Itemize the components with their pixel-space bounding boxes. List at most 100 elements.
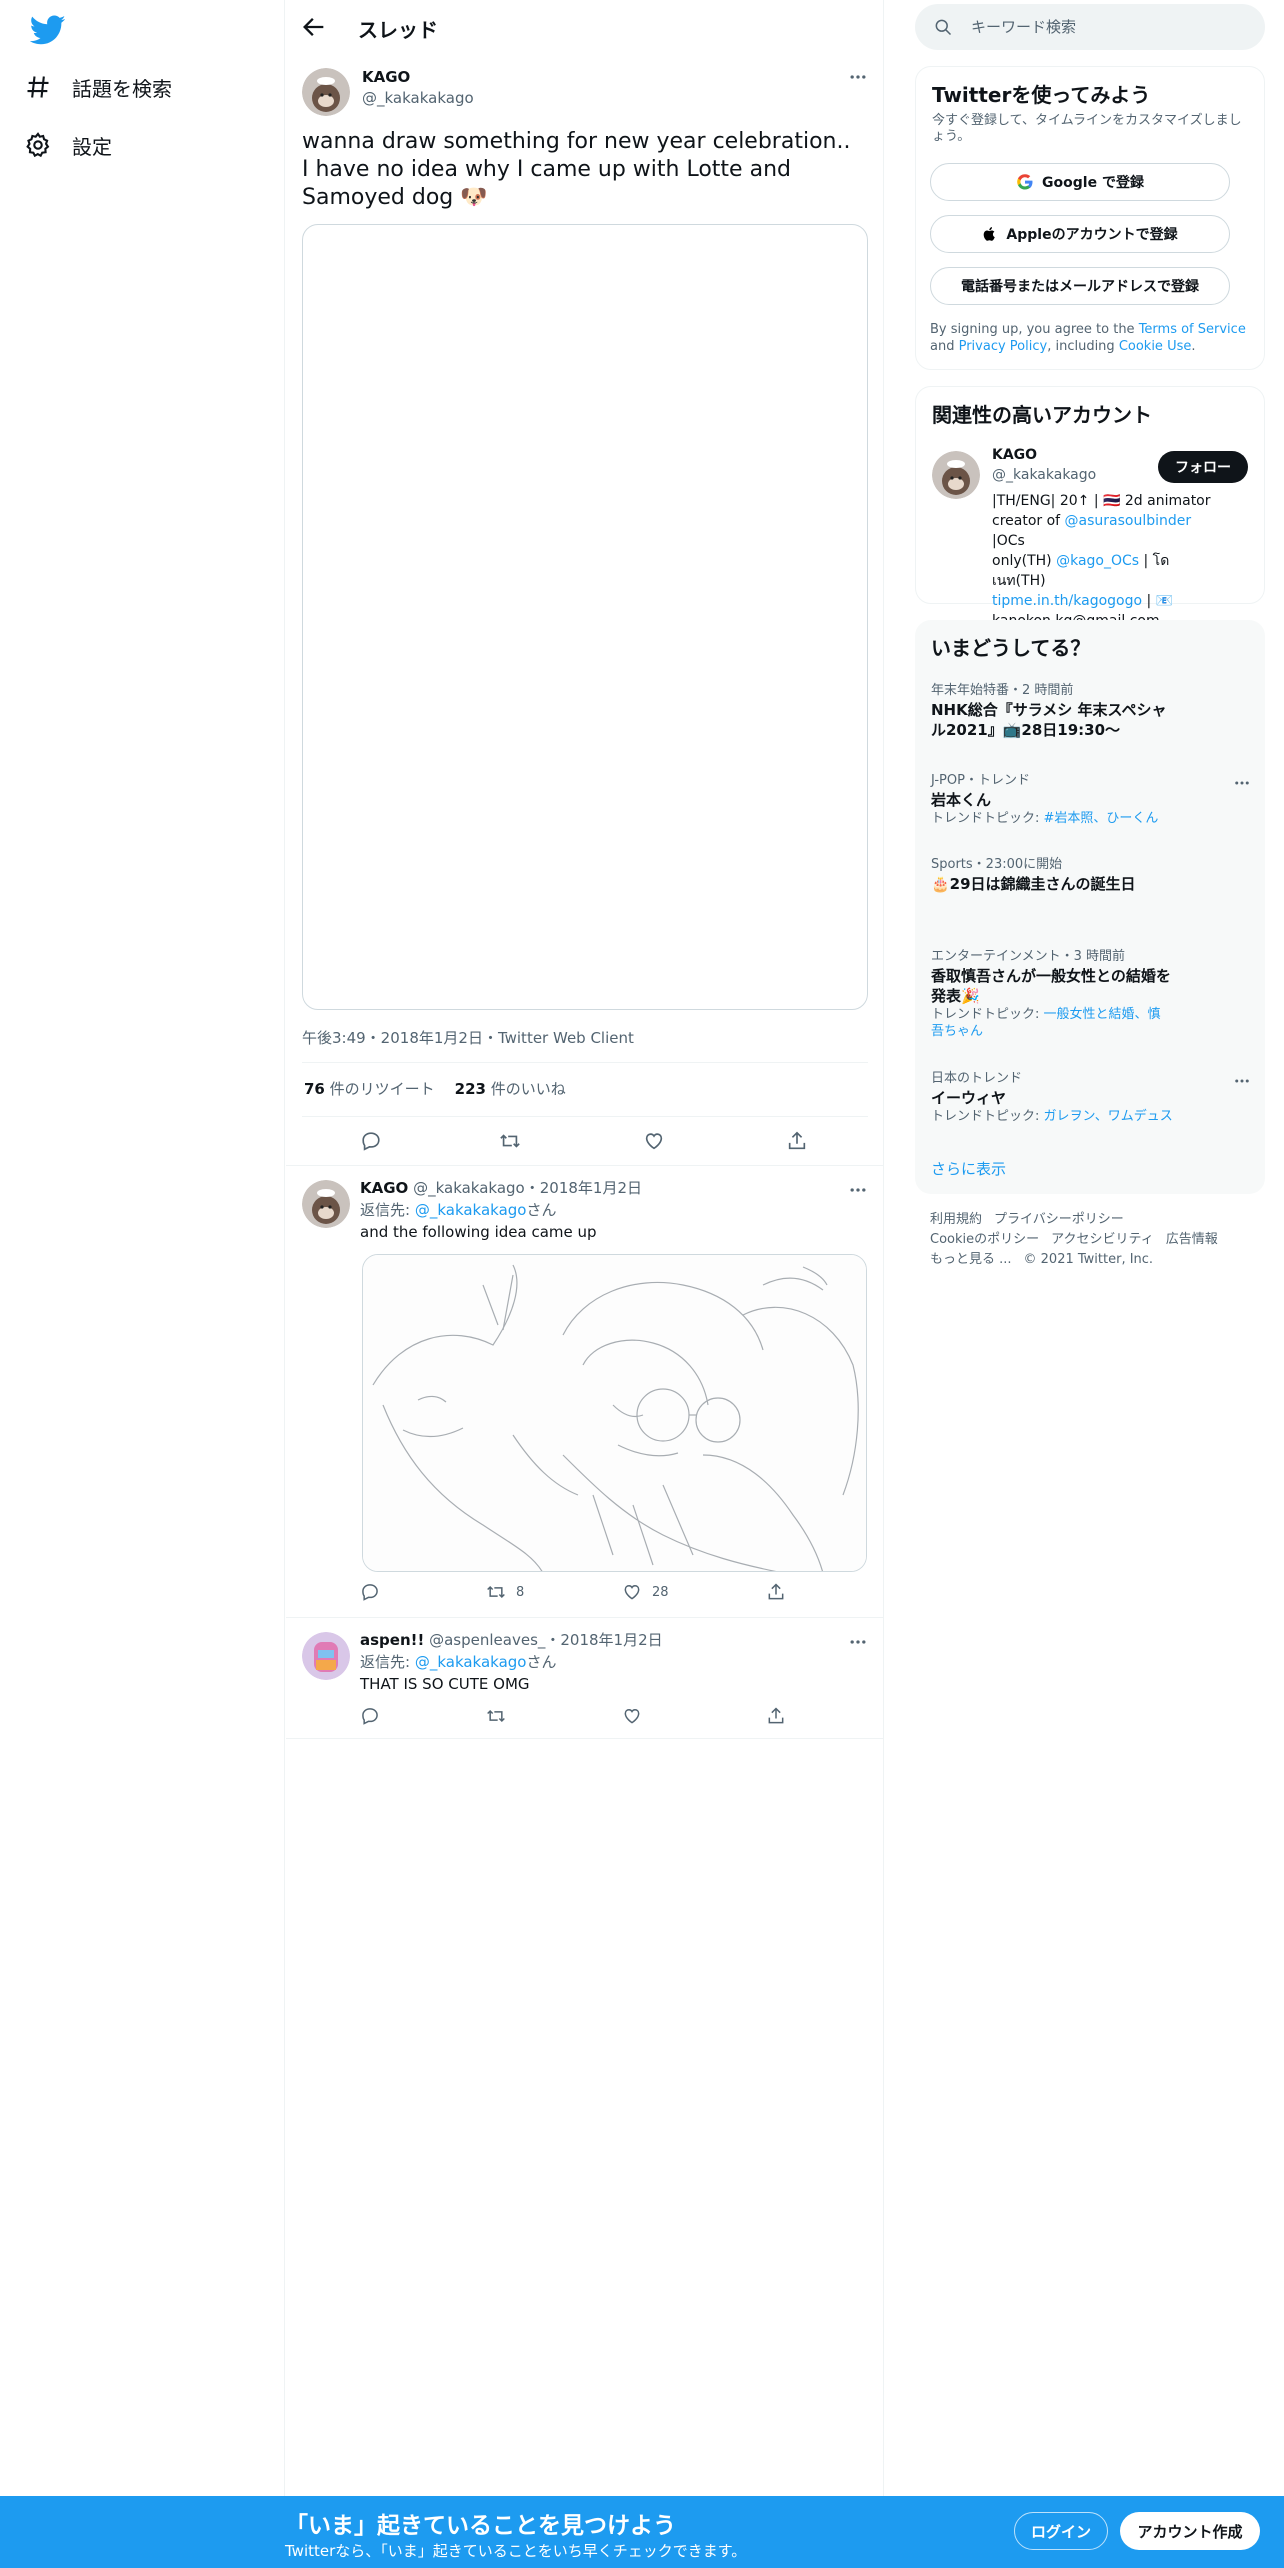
thread-column: スレッド KAGO @_kakakakago wanna draw someth… [286, 0, 884, 2496]
footer-link[interactable]: プライバシーポリシー [994, 1212, 1124, 1227]
tweet-stats: 76 件のリツイート 223 件のいいね [304, 1078, 566, 1099]
cookie-link[interactable]: Cookie Use [1119, 339, 1192, 354]
retweet-button[interactable]: 8 [486, 1582, 524, 1602]
share-icon [768, 1583, 784, 1600]
share-icon [768, 1707, 784, 1724]
replying-to: 返信先: @_kakakakagoさん [360, 1653, 557, 1671]
like-icon [624, 1708, 640, 1724]
related-accounts-card: 関連性の高いアカウント KAGO @_kakakakago フォロー |TH/E… [915, 386, 1265, 629]
mention-link[interactable]: @_kakakakago [415, 1201, 527, 1219]
search-icon [935, 19, 952, 36]
phone-email-signup-button[interactable]: 電話番号またはメールアドレスで登録 [930, 267, 1230, 305]
arrow-left-icon[interactable] [300, 13, 328, 41]
like-button[interactable]: 28 [622, 1582, 669, 1602]
author-name[interactable]: KAGO [362, 68, 410, 86]
like-icon[interactable] [643, 1130, 665, 1152]
hashtag-icon [27, 76, 49, 98]
tweet-text: wanna draw something for new year celebr… [302, 129, 851, 210]
like-stat[interactable]: 223 件のいいね [455, 1078, 566, 1099]
retweet-icon [487, 1585, 505, 1599]
reply-author-handle[interactable]: @_kakakakago・2018年1月2日 [413, 1179, 642, 1197]
reply-button[interactable] [360, 1706, 380, 1726]
twitter-bird-icon[interactable] [30, 12, 66, 48]
related-title: 関連性の高いアカウント [932, 403, 1152, 427]
related-handle[interactable]: @_kakakakago [992, 467, 1096, 483]
trend-item[interactable]: 日本のトレンド イーウィヤ トレンドトピック: ガレヲン、ワムデュス [915, 1070, 1265, 1125]
signup-card: Twitterを使ってみよう 今すぐ登録して、タイムラインをカスタマイズしましょ… [915, 66, 1265, 370]
tweet-timestamp[interactable]: 午後3:49・2018年1月2日・Twitter Web Client [302, 1027, 634, 1048]
reply-text: THAT IS SO CUTE OMG [360, 1675, 530, 1693]
author-handle[interactable]: @_kakakakago [362, 89, 474, 107]
trend-item[interactable]: J-POP・トレンド 岩本くん トレンドトピック: #岩本照、ひーくん [915, 772, 1265, 827]
related-bio: |TH/ENG| 20↑ | 🇹🇭 2d animator creator of… [992, 493, 1211, 629]
footer-link[interactable]: もっと見る ... [930, 1252, 1012, 1267]
reply-tweet[interactable]: aspen!! @aspenleaves_・2018年1月2日 返信先: @_k… [286, 1617, 884, 1739]
search-bar[interactable] [915, 4, 1265, 50]
nav-settings[interactable]: 設定 [24, 121, 112, 169]
reply-icon [362, 1708, 378, 1725]
follow-button[interactable]: フォロー [1158, 451, 1248, 483]
retweet-icon[interactable] [499, 1130, 521, 1152]
trend-item[interactable]: 年末年始特番・2 時間前 NHK総合『サラメシ 年末スペシャル2021』📺28日… [915, 682, 1265, 740]
bio-link[interactable]: @kago_OCs [1056, 553, 1139, 569]
avatar[interactable] [302, 1180, 350, 1228]
divider [302, 1062, 868, 1063]
more-icon[interactable] [848, 1632, 868, 1652]
page-title: スレッド [358, 18, 438, 42]
reply-author-handle[interactable]: @aspenleaves_・2018年1月2日 [429, 1631, 663, 1649]
login-button[interactable]: ログイン [1014, 2512, 1108, 2550]
retweet-button[interactable] [486, 1706, 506, 1726]
apple-signup-button[interactable]: Appleのアカウントで登録 [930, 215, 1230, 253]
avatar[interactable] [302, 1632, 350, 1680]
divider [302, 1116, 868, 1117]
footer-link[interactable]: 利用規約 [930, 1212, 982, 1227]
footer-link[interactable]: アクセシビリティ [1051, 1232, 1154, 1247]
sketch-image [363, 1255, 866, 1571]
share-icon[interactable] [786, 1130, 808, 1152]
footer-link[interactable]: 広告情報 [1166, 1232, 1218, 1247]
create-account-button[interactable]: アカウント作成 [1120, 2512, 1260, 2550]
show-more-link[interactable]: さらに表示 [931, 1158, 1006, 1179]
more-icon[interactable] [848, 67, 868, 87]
signup-subtitle: 今すぐ登録して、タイムラインをカスタマイズしましょう。 [932, 113, 1242, 144]
like-button[interactable] [622, 1706, 642, 1726]
trend-item[interactable]: Sports・23:00に開始 🎂29日は錦織圭さんの誕生日 [915, 856, 1265, 894]
retweet-stat[interactable]: 76 件のリツイート [304, 1078, 435, 1099]
more-icon[interactable] [1233, 1072, 1251, 1090]
reply-media[interactable] [362, 1254, 867, 1572]
search-input[interactable] [971, 7, 1251, 47]
nav-explore[interactable]: 話題を検索 [24, 63, 172, 111]
share-button[interactable] [766, 1582, 786, 1602]
terms-link[interactable]: Terms of Service [1139, 322, 1246, 337]
trend-item[interactable]: エンターテインメント・3 時間前 香取慎吾さんが一般女性との結婚を発表🎉 トレン… [915, 948, 1265, 1040]
tweet-actions [286, 1130, 884, 1152]
mention-link[interactable]: @_kakakakago [415, 1653, 527, 1671]
reply-icon[interactable] [360, 1130, 382, 1152]
like-icon [624, 1584, 640, 1600]
signup-title: Twitterを使ってみよう [932, 83, 1151, 107]
google-signup-button[interactable]: Google で登録 [930, 163, 1230, 201]
signup-banner: 「いま」起きていることを見つけよう Twitterなら、「いま」起きていることを… [0, 2496, 1284, 2568]
google-icon [1017, 174, 1033, 190]
privacy-link[interactable]: Privacy Policy [959, 339, 1048, 354]
reply-author-name[interactable]: KAGO [360, 1179, 408, 1197]
retweet-icon [487, 1709, 505, 1723]
bio-link[interactable]: @asurasoulbinder [1065, 513, 1192, 529]
more-icon[interactable] [1233, 774, 1251, 792]
share-button[interactable] [766, 1706, 786, 1726]
avatar[interactable] [932, 451, 980, 499]
reply-button[interactable] [360, 1582, 380, 1602]
nav-explore-label: 話題を検索 [72, 76, 172, 101]
tweet-media[interactable] [302, 224, 868, 1010]
trends-title: いまどうしてる？ [931, 636, 1091, 660]
footer-link[interactable]: Cookieのポリシー [930, 1232, 1039, 1247]
replying-to: 返信先: @_kakakakagoさん [360, 1201, 557, 1219]
more-icon[interactable] [848, 1180, 868, 1200]
avatar[interactable] [302, 68, 350, 116]
banner-subtitle: Twitterなら、「いま」起きていることをいち早くチェックできます。 [285, 2542, 747, 2560]
reply-author-name[interactable]: aspen!! [360, 1631, 424, 1649]
related-name[interactable]: KAGO [992, 447, 1037, 463]
trends-card: いまどうしてる？ 年末年始特番・2 時間前 NHK総合『サラメシ 年末スペシャル… [915, 620, 1265, 1194]
bio-link[interactable]: tipme.in.th/kagogogo [992, 593, 1142, 609]
gear-icon [26, 132, 50, 158]
